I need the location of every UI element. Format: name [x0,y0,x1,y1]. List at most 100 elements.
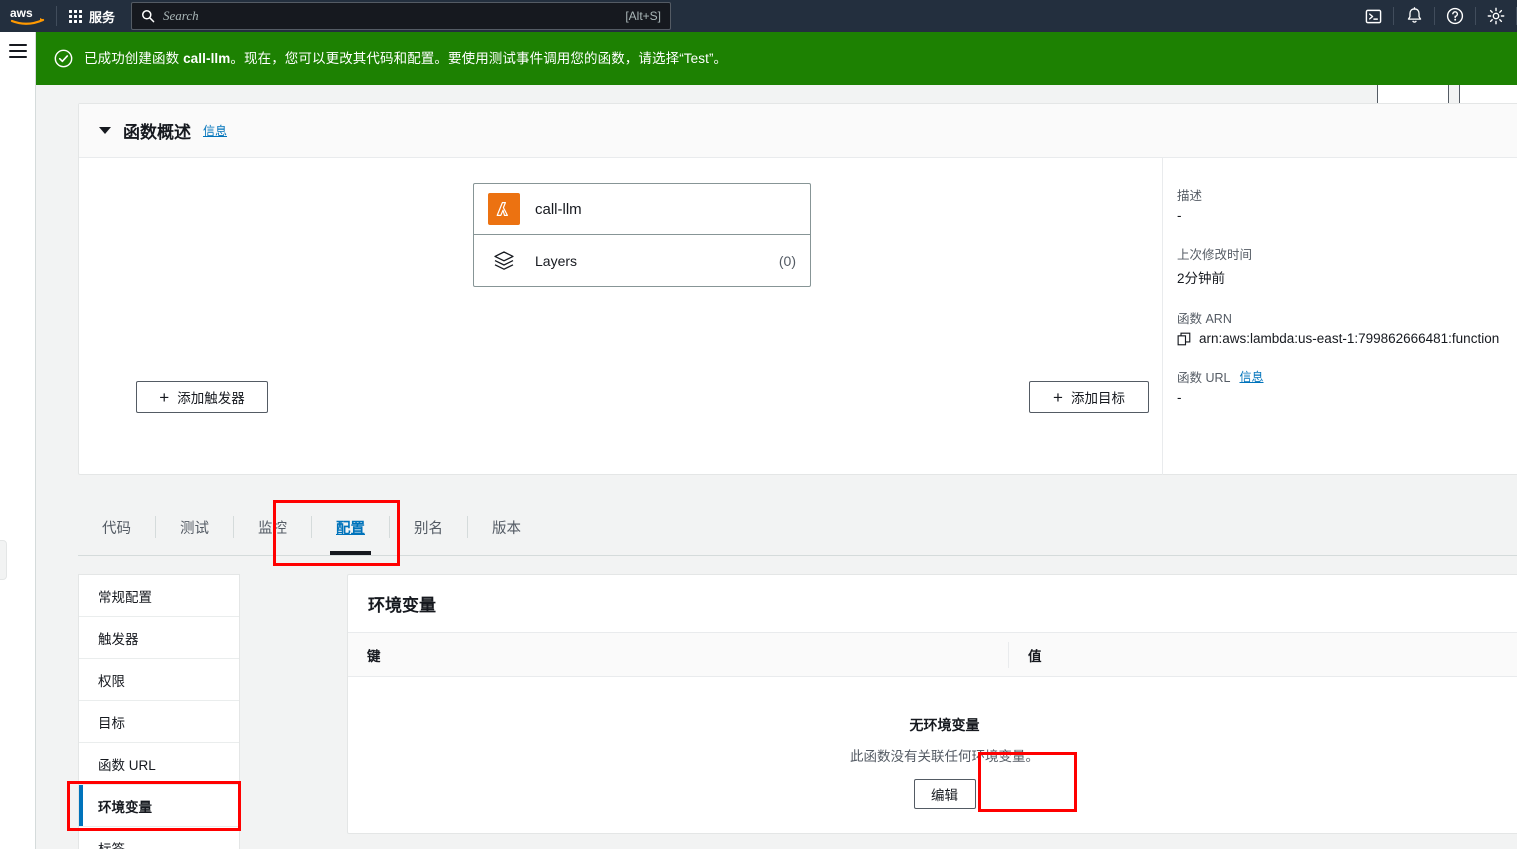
services-label: 服务 [89,9,116,25]
tab-label: 版本 [492,520,521,537]
flash-prefix: 已成功创建函数 [84,50,184,66]
tab-label: 代码 [102,520,131,537]
table-header-row: 键 值 [348,633,1517,677]
page-title: 函数概述 [123,123,191,142]
add-trigger-button[interactable]: + 添加触发器 [136,381,268,413]
sidebar-item-label: 触发器 [98,631,139,647]
arn-value: arn:aws:lambda:us-east-1:799862666481:fu… [1199,331,1500,346]
search-input[interactable]: Search [Alt+S] [131,2,672,30]
detail-label: 函数 URL [1177,371,1231,385]
sidebar-item-label: 权限 [98,673,125,689]
add-destination-button[interactable]: + 添加目标 [1029,381,1149,413]
detail-label: 函数 ARN [1177,312,1232,326]
tab-versions[interactable]: 版本 [468,499,545,555]
collapse-caret-icon[interactable] [99,127,111,134]
environment-variables-title: 环境变量 [368,596,436,615]
tab-label: 监控 [258,520,287,537]
empty-state-description: 此函数没有关联任何环境变量。 [850,748,1039,764]
sidebar-item-tags[interactable]: 标签 [79,827,239,849]
sidebar-item-label: 环境变量 [98,799,152,815]
help-icon[interactable] [1435,0,1475,32]
cloudshell-icon[interactable] [1353,0,1393,32]
sidebar-item-label: 标签 [98,841,125,849]
sidebar-item-label: 目标 [98,715,125,731]
sidebar-item-destinations[interactable]: 目标 [79,701,239,743]
plus-icon: + [1053,387,1063,407]
function-url-label-row: 函数 URL 信息 [1177,367,1517,386]
services-menu-button[interactable]: 服务 [57,0,127,32]
plus-icon: + [159,387,170,407]
top-navigation-bar: aws 服务 Search [Alt+S] [0,0,1517,32]
layers-label: Layers [535,252,578,269]
page-content: 函数概述 信息 call-llm Layers (0) + 添加触发器 + 添加… [36,85,1517,849]
success-check-icon [54,49,73,68]
detail-last-modified: 上次修改时间 2分钟前 [1177,244,1517,287]
empty-state-title: 无环境变量 [909,716,980,733]
layers-count: (0) [778,252,796,269]
search-shortcut: [Alt+S] [625,9,662,23]
sidebar-item-general-config[interactable]: 常规配置 [79,575,239,617]
function-name: call-llm [535,200,582,218]
lambda-icon [488,193,520,225]
flash-function-name: call-llm [183,50,231,66]
detail-value: 2分钟前 [1177,271,1226,286]
search-icon [142,10,155,23]
search-placeholder: Search [163,8,199,23]
sidebar-item-function-url[interactable]: 函数 URL [79,743,239,785]
grid-icon [69,9,82,23]
tab-test[interactable]: 测试 [156,499,233,555]
detail-label: 上次修改时间 [1177,248,1253,262]
tab-label: 别名 [414,520,443,537]
column-header-value: 值 [1008,641,1042,668]
detail-description: 描述 - [1177,185,1517,223]
column-header-key: 键 [367,648,381,664]
layers-icon [488,245,520,277]
arn-row: arn:aws:lambda:us-east-1:799862666481:fu… [1177,331,1517,346]
detail-value: - [1177,208,1182,223]
function-url-info-link[interactable]: 信息 [1239,368,1263,385]
sidebar-item-triggers[interactable]: 触发器 [79,617,239,659]
detail-label: 描述 [1177,189,1203,203]
environment-variables-panel: 环境变量 键 值 无环境变量 此函数没有关联任何环境变量。 编辑 [347,574,1517,834]
nav-right-icons [1353,0,1517,32]
settings-icon[interactable] [1476,0,1516,32]
tab-configuration[interactable]: 配置 [312,499,389,555]
function-overview-header: 函数概述 信息 [79,104,1517,158]
empty-state: 无环境变量 此函数没有关联任何环境变量。 编辑 [348,677,1517,832]
overview-info-link[interactable]: 信息 [203,122,227,139]
environment-variables-header: 环境变量 [348,575,1517,633]
tab-aliases[interactable]: 别名 [390,499,467,555]
flash-message: 已成功创建函数 call-llm。现在，您可以更改其代码和配置。要使用测试事件调… [84,50,727,68]
sidebar-item-environment-variables[interactable]: 环境变量 [79,785,239,827]
success-flash-banner: 已成功创建函数 call-llm。现在，您可以更改其代码和配置。要使用测试事件调… [36,32,1517,85]
function-card-layers-row[interactable]: Layers (0) [474,235,810,286]
notifications-icon[interactable] [1394,0,1434,32]
tab-label: 测试 [180,520,209,537]
flash-suffix: 。现在，您可以更改其代码和配置。要使用测试事件调用您的函数，请选择“Test”。 [230,50,728,66]
function-overview-body: call-llm Layers (0) + 添加触发器 + 添加目标 描述 - … [79,158,1517,475]
detail-value: - [1177,390,1182,405]
edit-button[interactable]: 编辑 [913,778,976,809]
function-details-column: 描述 - 上次修改时间 2分钟前 函数 ARN arn:aws:lambda:u… [1177,185,1517,426]
hamburger-menu-icon[interactable] [9,44,27,58]
copy-icon [1177,332,1191,345]
side-panel-toggle-handle[interactable] [0,540,7,580]
add-trigger-label: 添加触发器 [177,391,245,406]
edit-button-label: 编辑 [931,787,958,803]
svg-text:aws: aws [10,6,33,20]
sidebar-item-label: 函数 URL [98,757,156,773]
sidebar-item-label: 常规配置 [98,589,152,605]
tab-monitor[interactable]: 监控 [234,499,311,555]
configuration-side-nav: 常规配置 触发器 权限 目标 函数 URL 环境变量 标签 [78,574,240,849]
sidebar-item-permissions[interactable]: 权限 [79,659,239,701]
add-destination-label: 添加目标 [1070,391,1125,406]
function-tabs: 代码 测试 监控 配置 别名 版本 [78,498,1517,556]
tab-code[interactable]: 代码 [78,499,155,555]
aws-logo[interactable]: aws [0,0,56,32]
detail-function-arn: 函数 ARN arn:aws:lambda:us-east-1:79986266… [1177,308,1517,346]
function-overview-container: 函数概述 信息 call-llm Layers (0) + 添加触发器 + 添加… [78,103,1517,475]
function-card: call-llm Layers (0) [473,183,811,287]
detail-function-url: 函数 URL 信息 - [1177,367,1517,405]
function-card-name-row[interactable]: call-llm [474,184,810,235]
tab-label: 配置 [336,520,365,537]
